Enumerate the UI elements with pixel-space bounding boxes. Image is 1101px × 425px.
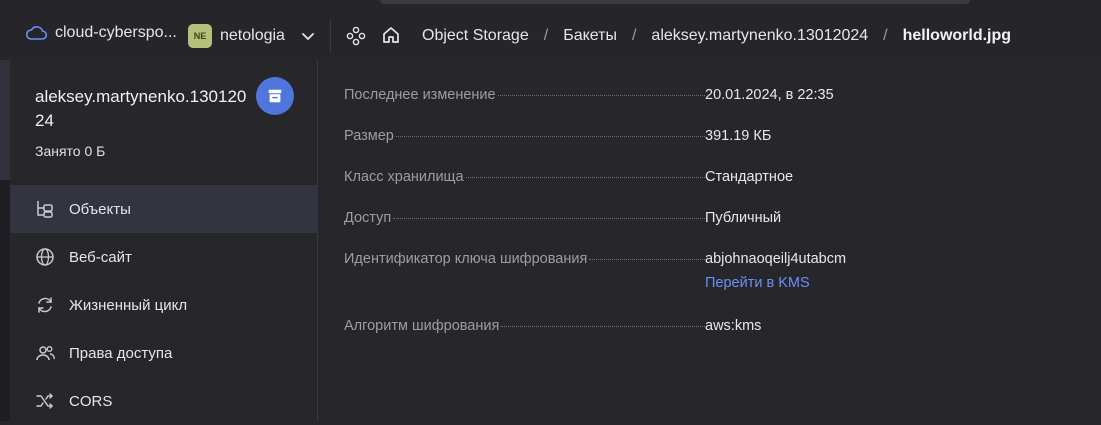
detail-row-size: Размер 391.19 КБ (344, 128, 1084, 144)
detail-value: abjohnaoqeilj4utabcm (705, 251, 847, 267)
detail-value: aws:kms (705, 318, 762, 334)
detail-row-storage-class: Класс хранилища Стандартное (344, 169, 1084, 185)
detail-value: Стандартное (705, 169, 794, 185)
object-details: Последнее изменение 20.01.2024, в 22:35 … (319, 60, 1101, 421)
detail-row-modified: Последнее изменение 20.01.2024, в 22:35 (344, 87, 1084, 103)
sidebar-item-cors[interactable]: CORS (10, 377, 318, 425)
sidebar-item-lifecycle[interactable]: Жизненный цикл (10, 281, 318, 329)
folder-badge: NE (188, 24, 212, 48)
services-icon[interactable] (346, 26, 366, 46)
breadcrumb-separator: / (543, 27, 549, 44)
detail-key: Размер (344, 128, 394, 144)
breadcrumb-object-storage[interactable]: Object Storage (422, 27, 529, 45)
detail-key: Идентификатор ключа шифрования (344, 251, 588, 267)
divider (330, 20, 331, 52)
detail-key: Доступ (344, 210, 392, 226)
breadcrumb-separator: / (883, 27, 888, 44)
breadcrumb: Object Storage / Бакеты / aleksey.martyn… (422, 27, 1011, 45)
sidebar-item-website[interactable]: Веб-сайт (10, 233, 318, 281)
top-bar: cloud-cyberspo... NE netologia Object St… (0, 0, 1101, 60)
sidebar-item-objects[interactable]: Объекты (10, 185, 318, 233)
cloud-label: cloud-cyberspo... (55, 24, 177, 41)
detail-value: Публичный (705, 210, 782, 226)
go-to-kms-link[interactable]: Перейти в KMS (705, 275, 846, 291)
bucket-icon (268, 89, 282, 103)
sidebar-item-label: Права доступа (69, 344, 173, 362)
objects-icon (37, 201, 53, 218)
bucket-button[interactable] (256, 77, 294, 115)
detail-value: 20.01.2024, в 22:35 (705, 87, 834, 103)
globe-icon (36, 248, 54, 266)
left-rail (0, 60, 10, 421)
shuffle-icon (36, 393, 53, 409)
folder-selector[interactable]: netologia (220, 27, 285, 45)
sidebar-item-label: Жизненный цикл (69, 296, 188, 314)
detail-key: Класс хранилища (344, 169, 464, 185)
detail-row-encryption-key: Идентификатор ключа шифрования abjohnaoq… (344, 251, 1084, 291)
users-icon (36, 346, 55, 361)
sidebar-nav: Объекты Веб-сайт Жизненный цикл Права до… (10, 185, 318, 425)
bucket-used: Занято 0 Б (35, 143, 106, 159)
cloud-icon (25, 26, 47, 40)
detail-row-algorithm: Алгоритм шифрования aws:kms (344, 318, 1084, 334)
sidebar-item-permissions[interactable]: Права доступа (10, 329, 318, 377)
breadcrumb-current-object: helloworld.jpg (902, 27, 1012, 44)
sidebar: aleksey.martynenko.13012024 Занято 0 Б О… (10, 60, 318, 421)
sidebar-item-label: Веб-сайт (69, 248, 132, 266)
home-icon[interactable] (381, 25, 401, 45)
detail-value: 391.19 КБ (705, 128, 772, 144)
bucket-name: aleksey.martynenko.13012024 (35, 87, 247, 130)
breadcrumb-buckets[interactable]: Бакеты (563, 27, 617, 45)
detail-key: Последнее изменение (344, 87, 496, 103)
detail-key: Алгоритм шифрования (344, 318, 500, 334)
sidebar-item-label: CORS (69, 392, 113, 410)
chevron-down-icon[interactable] (300, 28, 316, 44)
breadcrumb-separator: / (631, 27, 637, 44)
top-strip (380, 0, 970, 4)
sidebar-item-label: Объекты (69, 200, 131, 218)
cloud-selector[interactable]: cloud-cyberspo... (25, 24, 177, 42)
detail-row-access: Доступ Публичный (344, 210, 1084, 226)
breadcrumb-bucket[interactable]: aleksey.martynenko.13012024 (651, 27, 868, 45)
cycle-icon (38, 297, 52, 313)
